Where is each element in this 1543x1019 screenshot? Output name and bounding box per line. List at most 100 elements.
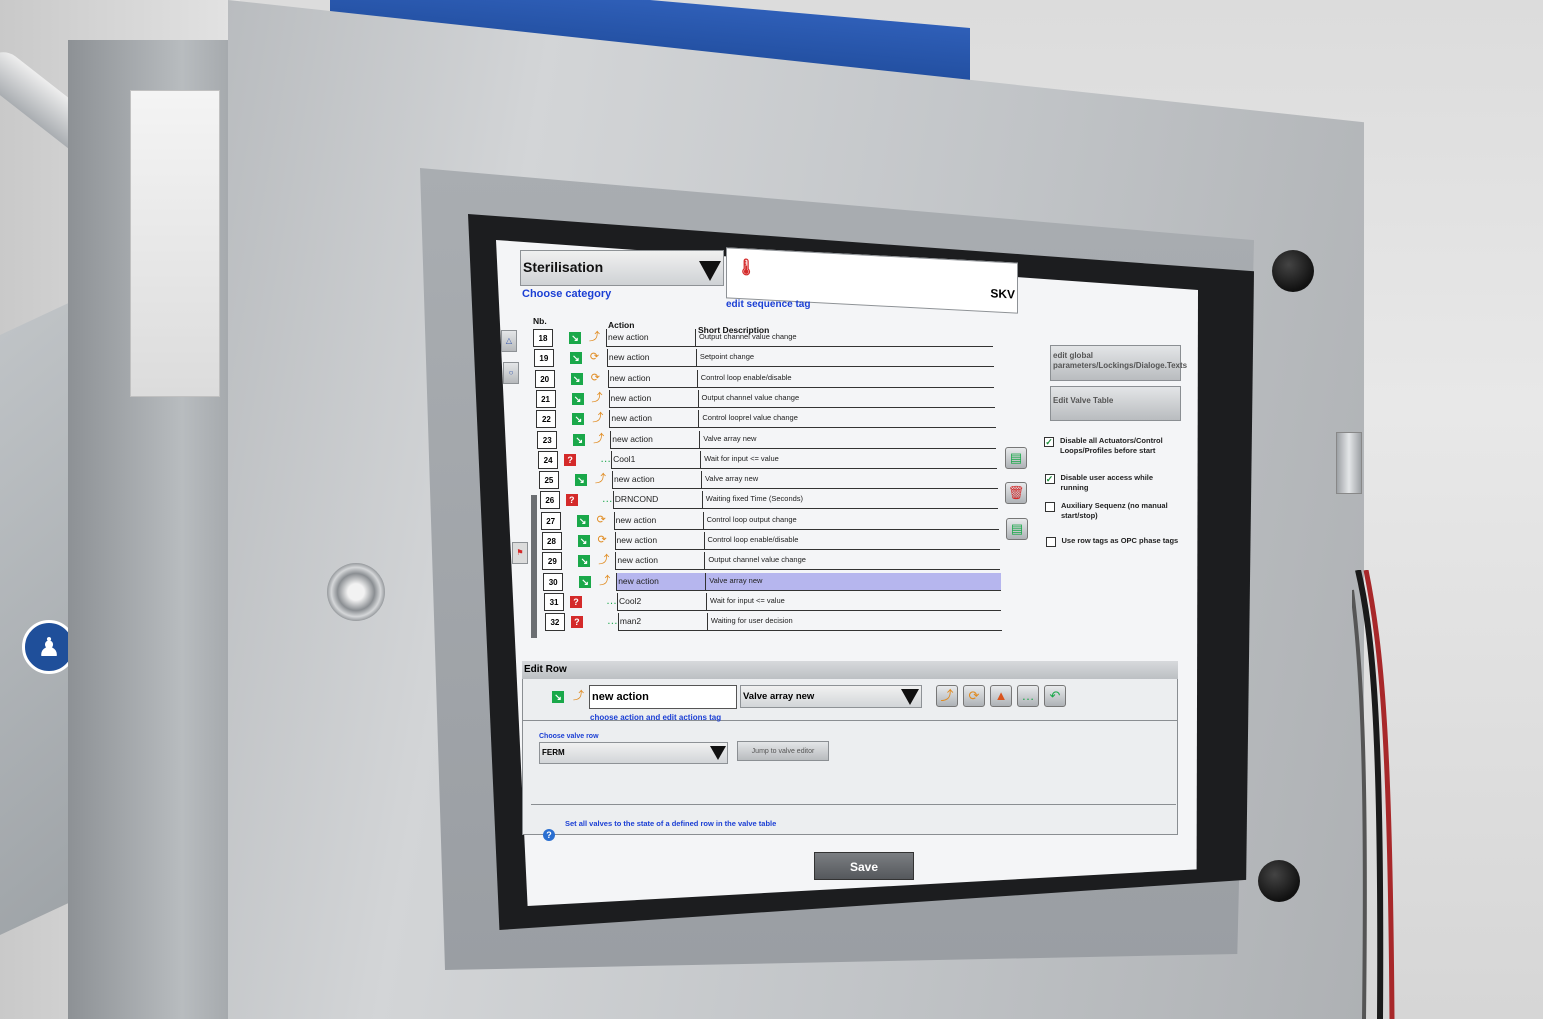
divider	[531, 804, 1176, 805]
scroll-info-button[interactable]: ○	[503, 362, 519, 384]
profile-action-icon[interactable]: ▲	[990, 685, 1012, 707]
table-row[interactable]: 26? … DRNCOND Waiting fixed Time (Seconds)	[539, 491, 1002, 510]
row-description: Waiting for user decision	[706, 613, 1003, 632]
output-action-icon[interactable]: ⤴	[936, 685, 958, 707]
row-number: 32	[544, 613, 565, 632]
table-row[interactable]: 27 ↘ ⟳ new action Control loop output change	[540, 511, 1002, 531]
table-scrollbar[interactable]	[531, 495, 537, 638]
table-row[interactable]: 25 ↘ ⤴ new action Valve array new	[538, 471, 1001, 490]
valve-row-select[interactable]: FERM	[539, 742, 728, 764]
row-number: 22	[536, 410, 557, 429]
table-row[interactable]: 24? … Cool1 Wait for input <= value	[538, 450, 1001, 470]
question-status-icon: ?	[564, 453, 577, 466]
table-row[interactable]: 30 ↘ ⤴ new action Valve array new	[543, 572, 1003, 592]
table-row[interactable]: 21 ↘ ⤴ new action Output channel value chang…	[535, 389, 1000, 409]
option-checkbox[interactable]	[1045, 537, 1056, 547]
go-status-icon: ↘	[570, 372, 583, 385]
output-action-icon: ⤴	[589, 331, 600, 343]
output-action-icon: ⤴	[598, 554, 610, 567]
row-description: Waiting fixed Time (Seconds)	[701, 491, 999, 510]
table-row[interactable]: 31? … Cool2 Wait for input <= value	[544, 592, 1004, 612]
question-status-icon: ?	[570, 595, 583, 608]
row-action: new action	[608, 389, 698, 408]
column-header-nb: Nb.	[533, 316, 547, 326]
output-action-icon: ⤴	[592, 412, 604, 425]
insert-row-icon[interactable]: ▤	[1005, 447, 1027, 469]
row-number: 18	[533, 329, 553, 347]
mount-knob-bottom	[1258, 860, 1300, 902]
action-type-select[interactable]: Valve array new	[740, 685, 922, 708]
wait-action-icon: …	[606, 615, 618, 628]
table-row[interactable]: 28 ↘ ⟳ new action Control loop enable/disabl…	[541, 532, 1003, 551]
option-label: Disable all Actuators/Control Loops/Prof…	[1060, 436, 1163, 455]
row-description: Valve array new	[700, 471, 998, 490]
loop-action-icon[interactable]: ⟳	[963, 685, 985, 707]
row-description: Valve array new	[705, 572, 1001, 591]
row-action: new action	[614, 532, 704, 550]
go-status-icon: ↘	[572, 413, 585, 426]
action-type-value: Valve array new	[743, 691, 815, 702]
sequence-tag-value: SKV	[990, 286, 1015, 302]
table-row[interactable]: 22 ↘ ⤴ new action Control looprel value chan…	[536, 410, 999, 429]
table-row[interactable]: 23 ↘ ⤴ new action Valve array new	[537, 430, 1000, 450]
row-description: Control looprel value change	[698, 410, 996, 429]
category-caption: Choose category	[522, 288, 612, 300]
breakpoint-flag-icon[interactable]: ⚑	[512, 542, 528, 564]
row-action: man2	[617, 613, 707, 632]
loop-action-icon: ⟳	[596, 513, 606, 526]
row-action: new action	[613, 511, 703, 530]
save-button[interactable]: Save	[814, 852, 914, 880]
jump-to-valve-editor-button[interactable]: Jump to valve editor	[737, 741, 829, 761]
row-action: new action	[611, 471, 701, 490]
option-checkbox[interactable]	[1045, 502, 1055, 512]
valve-row-value: FERM	[542, 748, 565, 757]
table-row[interactable]: 32? … man2 Waiting for user decision	[544, 613, 1004, 632]
return-action-icon[interactable]: ↶	[1044, 685, 1066, 707]
row-description: Valve array new	[699, 430, 997, 449]
go-status-icon: ↘	[579, 575, 592, 588]
row-action: new action	[615, 552, 705, 571]
wait-action-icon[interactable]: …	[1017, 685, 1039, 707]
door-latch[interactable]	[1336, 432, 1362, 494]
row-number: 27	[540, 511, 561, 530]
output-action-icon: ⤴	[591, 391, 603, 404]
row-action: new action	[610, 430, 700, 449]
row-number: 30	[543, 572, 564, 591]
help-icon[interactable]: ?	[543, 829, 555, 841]
row-description: Wait for input <= value	[700, 450, 997, 469]
table-row[interactable]: 29 ↘ ⤴ new action Output channel value chang…	[542, 552, 1003, 571]
table-row[interactable]: 20 ↘ ⟳ new action Control loop enable/disabl…	[534, 369, 999, 389]
row-number: 24	[538, 450, 559, 469]
row-number: 25	[538, 471, 559, 490]
row-description: Wait for input <= value	[706, 592, 1002, 611]
row-description: Control loop enable/disable	[703, 532, 1000, 550]
row-description: Output channel value change	[697, 389, 995, 408]
row-description: Setpoint change	[695, 349, 994, 368]
option-checkbox[interactable]: ✓	[1044, 437, 1054, 447]
edit-row-title: Edit Row	[522, 661, 1178, 679]
row-number: 26	[539, 491, 560, 510]
output-action-icon: ⤴	[599, 574, 611, 587]
category-value: Sterilisation	[523, 259, 604, 275]
append-row-icon[interactable]: ▤	[1006, 518, 1028, 540]
row-action: new action	[609, 410, 699, 429]
go-status-icon: ↘	[569, 332, 581, 344]
row-number: 28	[541, 532, 562, 550]
action-name-value: new action	[592, 691, 649, 703]
option-checkbox[interactable]: ✓	[1044, 474, 1055, 484]
go-status-icon: ↘	[552, 691, 564, 703]
action-name-input[interactable]: new action	[589, 685, 737, 709]
row-action: new action	[607, 369, 697, 388]
table-row[interactable]: 18 ↘ ⤴ new action Output channel value chang…	[533, 329, 998, 348]
scroll-up-button[interactable]: △	[501, 330, 517, 352]
edit-valve-table-button[interactable]: Edit Valve Table	[1050, 386, 1181, 421]
table-row[interactable]: 19 ↘ ⟳ new action Setpoint change	[533, 349, 999, 368]
valve-row-caption: Choose valve row	[539, 733, 599, 740]
category-select[interactable]: Sterilisation	[520, 250, 724, 286]
wait-action-icon: …	[606, 594, 618, 607]
go-status-icon: ↘	[573, 433, 586, 446]
delete-row-icon[interactable]: 🗑	[1005, 482, 1027, 504]
key-lock-icon[interactable]	[327, 563, 385, 621]
edit-global-parameters-button[interactable]: edit global parameters/Lockings/Dialoge.…	[1050, 345, 1187, 381]
row-number: 21	[535, 389, 556, 408]
